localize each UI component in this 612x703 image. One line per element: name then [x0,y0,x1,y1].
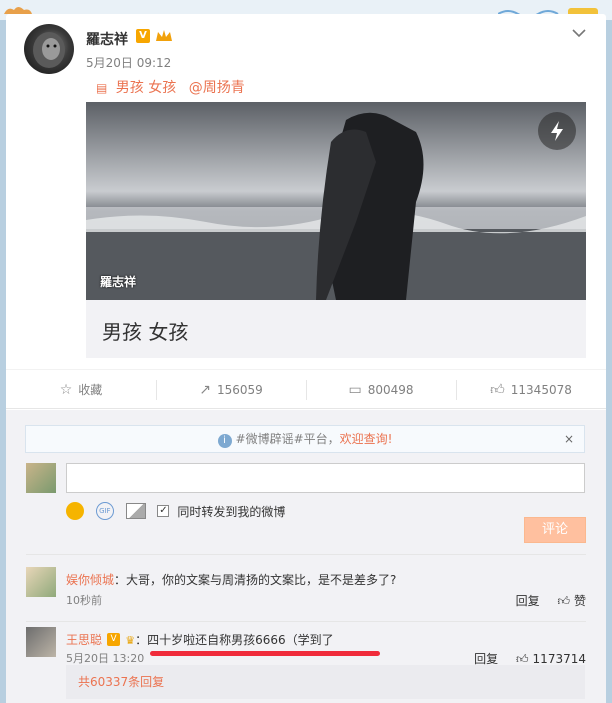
current-user-avatar [26,463,56,493]
crown-badge-icon: ♛ [125,634,136,647]
notice-text[interactable]: #微博辟谣#平台， [236,432,340,446]
topic-tag-link[interactable]: 男孩 女孩 [116,80,176,96]
thumbs-up-icon[interactable]: 👍︎ [516,652,529,666]
star-icon: ☆ [59,382,73,398]
highlight-underline [150,651,380,656]
comment-section: i #微博辟谣#平台，欢迎查询! × GIF ✓ 同时转发到我的微博 评论 娱你倾… [6,410,606,703]
comment-text: ：四十岁啦还自称男孩6666（学到了 [135,633,334,647]
repost-count: 156059 [216,383,263,397]
comment-divider [26,554,586,555]
commenter-avatar[interactable] [26,627,56,657]
repost-checkbox-label: 同时转发到我的微博 [177,504,286,519]
media-card[interactable]: 羅志祥 男孩 女孩 [86,102,586,358]
comment-icon: ▭ [348,382,362,398]
comment-button[interactable]: ▭ 800498 [306,370,456,410]
verified-badge-icon: V [107,633,121,646]
comment-item: 娱你倾城：大哥，你的文案与周清扬的文案比，是不是差多了? 10秒前 回复 👍︎ 赞 [26,567,586,617]
document-icon: ▤ [96,81,108,95]
comment-input[interactable] [66,463,585,493]
lightning-icon[interactable] [538,112,576,150]
mention-link[interactable]: @周扬青 [189,80,245,96]
author-avatar[interactable] [24,24,74,74]
gif-icon[interactable]: GIF [95,502,114,520]
repost-icon: ↗ [199,382,211,398]
post-header: 羅志祥 V 5月20日 09:12 [24,24,596,84]
like-count: 11345078 [510,383,572,397]
lion-avatar-icon [33,32,65,68]
reply-button[interactable]: 回复 [516,594,540,608]
favorite-button[interactable]: ☆ 收藏 [6,370,156,410]
weibo-post-card: 羅志祥 V 5月20日 09:12 ▤ 男孩 女孩 @周扬青 羅志祥 男孩 女孩… [6,14,606,703]
comment-item: 王思聪 V ♛：四十岁啦还自称男孩6666（学到了 5月20日 13:20 回复… [26,627,586,666]
comment-time: 10秒前 [66,594,102,607]
rumor-notice: i #微博辟谣#平台，欢迎查询! × [25,425,585,453]
comment-divider [26,621,586,622]
more-replies-link[interactable]: 共60337条回复 [66,665,585,699]
like-count[interactable]: 1173714 [533,652,586,666]
comment-actions: 回复 👍︎ 赞 [502,592,586,609]
commenter-name[interactable]: 娱你倾城 [66,573,114,587]
media-caption[interactable]: 男孩 女孩 [102,316,188,345]
action-bar: ☆ 收藏 ↗ 156059 ▭ 800498 👍︎ 11345078 [6,369,606,409]
thumbs-up-icon: 👍︎ [490,382,505,398]
topic-row: ▤ 男孩 女孩 @周扬青 [96,77,245,97]
composer-tools: GIF ✓ 同时转发到我的微博 [66,502,293,524]
close-icon[interactable]: × [564,426,574,452]
verified-badge-icon: V [136,29,150,43]
crown-badge-icon [155,28,173,44]
commenter-avatar[interactable] [26,567,56,597]
comment-text: ：大哥，你的文案与周清扬的文案比，是不是差多了? [114,573,397,587]
post-photo[interactable]: 羅志祥 [86,102,586,300]
commenter-name[interactable]: 王思聪 [66,633,102,647]
favorite-label: 收藏 [78,383,103,397]
reply-button[interactable]: 回复 [474,652,498,666]
photo-watermark: 羅志祥 [100,275,137,289]
repost-button[interactable]: ↗ 156059 [156,370,306,410]
post-time[interactable]: 5月20日 09:12 [86,54,171,71]
info-icon: i [217,434,232,448]
submit-comment-button[interactable]: 评论 [524,517,586,543]
thumbs-up-icon[interactable]: 👍︎ [557,594,570,608]
comment-count: 800498 [367,383,414,397]
like-label[interactable]: 赞 [574,594,586,608]
chevron-down-icon[interactable] [572,26,588,40]
beach-photo-image [86,102,586,300]
like-button[interactable]: 👍︎ 11345078 [456,370,606,410]
repost-checkbox[interactable]: ✓ [157,505,170,517]
emoji-icon[interactable] [66,502,84,520]
author-name[interactable]: 羅志祥 [86,29,128,49]
notice-link[interactable]: 欢迎查询! [340,432,393,446]
image-upload-icon[interactable] [125,503,146,519]
comment-time: 5月20日 13:20 [66,652,145,665]
